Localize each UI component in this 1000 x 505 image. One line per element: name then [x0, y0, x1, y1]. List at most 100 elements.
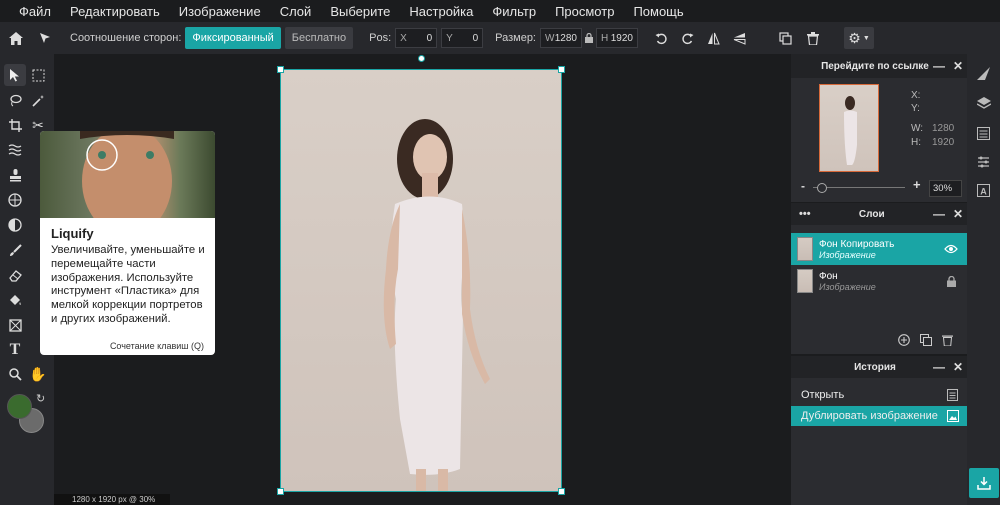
height-value: 1920 [610, 32, 633, 44]
home-button[interactable] [2, 27, 30, 49]
minimize-icon[interactable]: — [933, 360, 945, 374]
settings-button[interactable]: ⚙ ▼ [844, 27, 874, 49]
height-field[interactable]: H 1920 [596, 28, 638, 48]
character-panel-icon[interactable]: A [977, 184, 990, 197]
navigator-header: Перейдите по ссылке — ✕ [791, 54, 967, 78]
width-field[interactable]: W 1280 [540, 28, 582, 48]
adjust-panel-icon[interactable] [977, 127, 990, 140]
constrain-lock-button[interactable] [582, 27, 596, 49]
rotate-right-button[interactable] [676, 27, 698, 49]
menu-edit[interactable]: Редактировать [70, 4, 160, 19]
pos-y-value: 0 [472, 32, 479, 44]
pos-x-value: 0 [426, 32, 433, 44]
flip-vertical-icon [733, 32, 745, 45]
crop-tool[interactable] [4, 114, 26, 136]
liquify-tool[interactable] [4, 139, 26, 161]
navigator-panel: X: Y: W: 1280 H: 1920 - + 30% [791, 78, 967, 202]
flip-horizontal-button[interactable] [702, 27, 724, 49]
trash-icon [807, 31, 819, 45]
history-item-label: Открыть [801, 389, 845, 401]
delete-button[interactable] [802, 27, 824, 49]
lasso-tool[interactable] [4, 89, 26, 111]
layer-name: Фон Копировать [819, 238, 895, 250]
eraser-tool[interactable] [4, 264, 26, 286]
menu-image[interactable]: Изображение [179, 4, 261, 19]
duplicate-button[interactable] [774, 27, 796, 49]
menu-filter[interactable]: Фильтр [492, 4, 536, 19]
flip-vertical-button[interactable] [728, 27, 750, 49]
export-button[interactable] [969, 468, 999, 498]
delete-layer-icon[interactable] [942, 334, 953, 346]
resize-handle-bl[interactable] [277, 488, 284, 495]
magic-wand-tool[interactable] [27, 89, 49, 111]
pos-y-field[interactable]: Y 0 [441, 28, 484, 48]
aspect-fixed-button[interactable]: Фиксированный [185, 27, 281, 49]
options-bar: Соотношение сторон: Фиксированный Беспла… [0, 22, 1000, 54]
resize-handle-br[interactable] [558, 488, 565, 495]
navigator-title: Перейдите по ссылке [821, 60, 929, 72]
swap-colors-icon[interactable]: ↻ [36, 392, 45, 405]
resize-handle-tr[interactable] [558, 66, 565, 73]
shape-tool[interactable] [4, 314, 26, 336]
history-item[interactable]: Открыть [791, 385, 967, 405]
close-icon[interactable]: ✕ [953, 360, 963, 374]
hand-icon: ✋ [29, 365, 47, 382]
layers-toggle-icon[interactable] [977, 97, 991, 110]
layer-lock-icon[interactable] [947, 275, 956, 287]
liquify-icon [8, 144, 22, 156]
menu-select[interactable]: Выберите [330, 4, 390, 19]
layer-row[interactable]: Фон Копировать Изображение [791, 233, 967, 265]
nav-h-value: 1920 [932, 137, 955, 148]
marquee-tool[interactable] [27, 64, 49, 86]
history-item[interactable]: Дублировать изображение [791, 406, 967, 426]
zoom-in-button[interactable]: + [913, 177, 921, 192]
pos-x-field[interactable]: X 0 [395, 28, 438, 48]
tool-tooltip: Liquify Увеличивайте, уменьшайте и перем… [40, 131, 215, 355]
layers-header: ••• Слои — ✕ [791, 203, 967, 225]
layer-thumbnail [797, 269, 813, 293]
menu-adjust[interactable]: Настройка [409, 4, 473, 19]
fill-tool[interactable] [4, 289, 26, 311]
zoom-slider-knob[interactable] [817, 183, 828, 193]
navigator-toggle-icon[interactable] [977, 67, 990, 80]
visibility-eye-icon[interactable] [944, 244, 958, 254]
pos-x-key: X [400, 32, 407, 44]
close-icon[interactable]: ✕ [953, 207, 963, 221]
nav-w-value: 1280 [932, 123, 955, 134]
zoom-out-button[interactable]: - [801, 179, 805, 193]
menu-help[interactable]: Помощь [633, 4, 683, 19]
dodge-burn-tool[interactable] [4, 214, 26, 236]
close-icon[interactable]: ✕ [953, 59, 963, 73]
menu-view[interactable]: Просмотр [555, 4, 614, 19]
rotate-handle[interactable] [418, 55, 425, 62]
menu-layer[interactable]: Слой [280, 4, 312, 19]
clone-stamp-tool[interactable] [4, 164, 26, 186]
brush-tool[interactable] [4, 239, 26, 261]
aspect-free-button[interactable]: Бесплатно [284, 27, 354, 49]
resize-handle-tl[interactable] [277, 66, 284, 73]
add-layer-icon[interactable] [898, 334, 910, 346]
navigator-thumbnail[interactable] [819, 84, 879, 172]
duplicate-layer-icon[interactable] [920, 334, 932, 346]
flip-horizontal-icon [707, 32, 720, 44]
menu-file[interactable]: Файл [19, 4, 51, 19]
canvas-image[interactable] [280, 69, 562, 492]
pattern-tool[interactable] [4, 189, 26, 211]
more-options-icon[interactable]: ••• [799, 208, 811, 220]
layer-row[interactable]: Фон Изображение [791, 265, 967, 297]
hand-tool[interactable]: ✋ [27, 363, 49, 385]
pos-label: Pos: [369, 32, 392, 44]
rotate-left-button[interactable] [650, 27, 672, 49]
zoom-input[interactable]: 30% [929, 180, 962, 197]
minimize-icon[interactable]: — [933, 59, 945, 73]
lasso-icon [9, 94, 22, 106]
minimize-icon[interactable]: — [933, 207, 945, 221]
move-tool[interactable] [4, 64, 26, 86]
text-tool[interactable]: T [4, 339, 26, 361]
zoom-tool[interactable] [4, 363, 26, 385]
primary-color-swatch[interactable] [7, 394, 32, 419]
crop-icon [8, 118, 22, 132]
sliders-icon[interactable] [977, 155, 990, 168]
history-header: История — ✕ [791, 356, 967, 378]
svg-text:A: A [980, 187, 987, 197]
